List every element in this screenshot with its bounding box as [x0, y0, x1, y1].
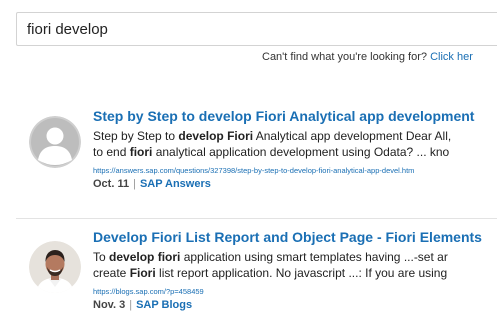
- help-line: Can't find what you're looking for? Clic…: [262, 51, 473, 63]
- snippet-text: Analytical app development Dear All,: [253, 129, 452, 143]
- result-meta: Nov. 3 | SAP Blogs: [93, 299, 192, 311]
- result-url-link[interactable]: https://answers.sap.com/questions/327398…: [93, 166, 414, 175]
- snippet-text: Step by Step to: [93, 129, 179, 143]
- snippet-text: list report application. No javascript .…: [155, 266, 448, 280]
- user-photo-avatar[interactable]: [29, 241, 81, 293]
- result-url-link[interactable]: https://blogs.sap.com/?p=458459: [93, 287, 204, 296]
- result-date: Oct. 11: [93, 178, 130, 190]
- result-source-link[interactable]: SAP Answers: [140, 178, 211, 190]
- result-snippet-line: Step by Step to develop Fiori Analytical…: [93, 129, 451, 143]
- help-link[interactable]: Click her: [430, 51, 473, 63]
- snippet-highlight: fiori: [129, 145, 153, 159]
- meta-separator: |: [133, 178, 136, 190]
- result-title-link[interactable]: Step by Step to develop Fiori Analytical…: [93, 108, 474, 124]
- search-input[interactable]: [27, 13, 487, 45]
- snippet-text: To: [93, 250, 110, 264]
- snippet-highlight: develop Fiori: [178, 129, 254, 143]
- snippet-text: create: [93, 266, 130, 280]
- result-title-link[interactable]: Develop Fiori List Report and Object Pag…: [93, 229, 482, 245]
- default-user-avatar-icon[interactable]: [29, 116, 81, 168]
- result-date: Nov. 3: [93, 299, 126, 311]
- search-results-page: Can't find what you're looking for? Clic…: [0, 0, 497, 322]
- search-box[interactable]: [16, 12, 497, 46]
- result-snippet-line: to end fiori analytical application deve…: [93, 145, 449, 159]
- result-snippet-line: create Fiori list report application. No…: [93, 266, 447, 280]
- result-meta: Oct. 11 | SAP Answers: [93, 178, 211, 190]
- snippet-highlight: Fiori: [129, 266, 156, 280]
- snippet-text: application using smart templates having…: [180, 250, 448, 264]
- default-user-avatar-graphic: [29, 116, 81, 168]
- help-text: Can't find what you're looking for?: [262, 51, 428, 63]
- result-snippet-line: To develop fiori application using smart…: [93, 250, 448, 264]
- result-divider: [16, 218, 497, 219]
- snippet-text: to end: [93, 145, 130, 159]
- meta-separator: |: [129, 299, 133, 311]
- user-photo-graphic: [29, 241, 81, 293]
- result-source-link[interactable]: SAP Blogs: [136, 299, 192, 311]
- snippet-text: analytical application development using…: [152, 145, 450, 159]
- snippet-highlight: develop fiori: [109, 250, 181, 264]
